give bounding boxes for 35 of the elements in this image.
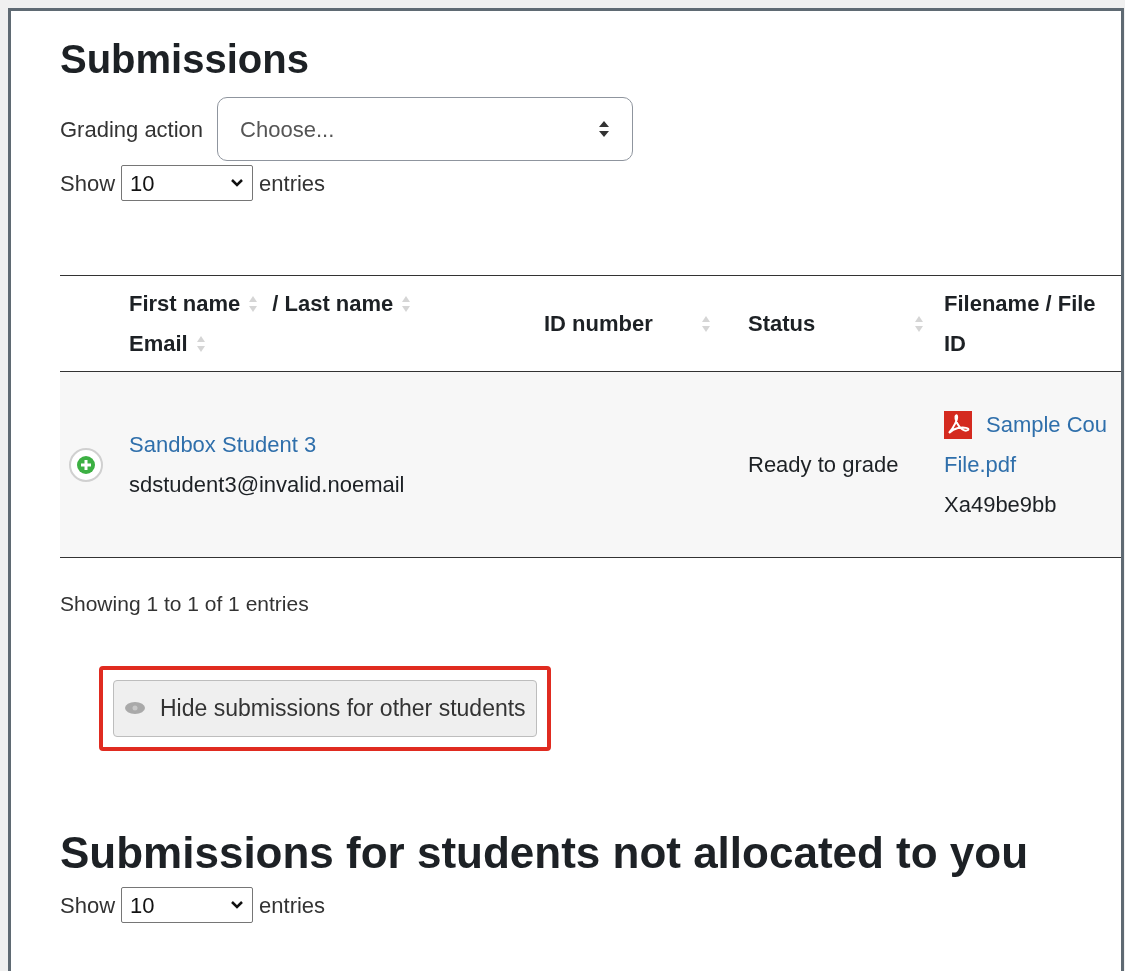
sort-icon[interactable] — [401, 294, 412, 313]
pdf-file-icon — [944, 410, 972, 439]
entries-label: entries — [259, 891, 326, 920]
sort-link[interactable]: First name — [129, 283, 241, 324]
eye-icon — [124, 701, 146, 715]
sort-icon[interactable] — [701, 314, 711, 333]
student-name-link[interactable]: Sandbox Student 3 — [129, 424, 317, 465]
chevron-down-icon — [230, 900, 245, 911]
chevron-down-icon — [230, 178, 245, 188]
grading-action-select[interactable]: Choose... — [217, 97, 634, 161]
sort-arrows-icon — [598, 120, 611, 138]
sort-link[interactable]: / Last name — [272, 283, 394, 324]
grading-action-label: Grading action — [60, 115, 204, 144]
column-header[interactable]: ID number — [544, 307, 653, 340]
file-link[interactable]: Sample Cou — [986, 404, 1108, 445]
table-info-text: Showing 1 to 1 of 1 entries — [60, 591, 309, 617]
entries-select[interactable]: 10 — [121, 887, 254, 924]
sort-icon[interactable] — [195, 334, 206, 353]
file-id: Xa49be9bb — [944, 490, 1057, 519]
entries-select[interactable]: 10 — [121, 165, 254, 201]
sort-icon[interactable] — [914, 314, 924, 333]
status-text: Ready to grade — [748, 451, 899, 477]
section-heading: Submissions for students not allocated to you — [60, 826, 1029, 879]
student-email: sdstudent3@invalid.noemail — [129, 470, 405, 499]
hide-submissions-button[interactable]: Hide submissions for other students — [113, 679, 537, 737]
entries-label: entries — [259, 169, 326, 198]
file-link[interactable]: File.pdf — [944, 444, 1017, 485]
column-header: Filename / File ID — [944, 289, 1097, 358]
show-label: Show — [60, 891, 116, 920]
page-heading: Submissions — [60, 36, 310, 83]
column-header[interactable]: Status — [748, 307, 816, 340]
show-label: Show — [60, 169, 116, 198]
sort-icon[interactable] — [248, 294, 259, 313]
expand-icon[interactable] — [68, 446, 104, 483]
sort-link[interactable]: Email — [129, 323, 188, 364]
